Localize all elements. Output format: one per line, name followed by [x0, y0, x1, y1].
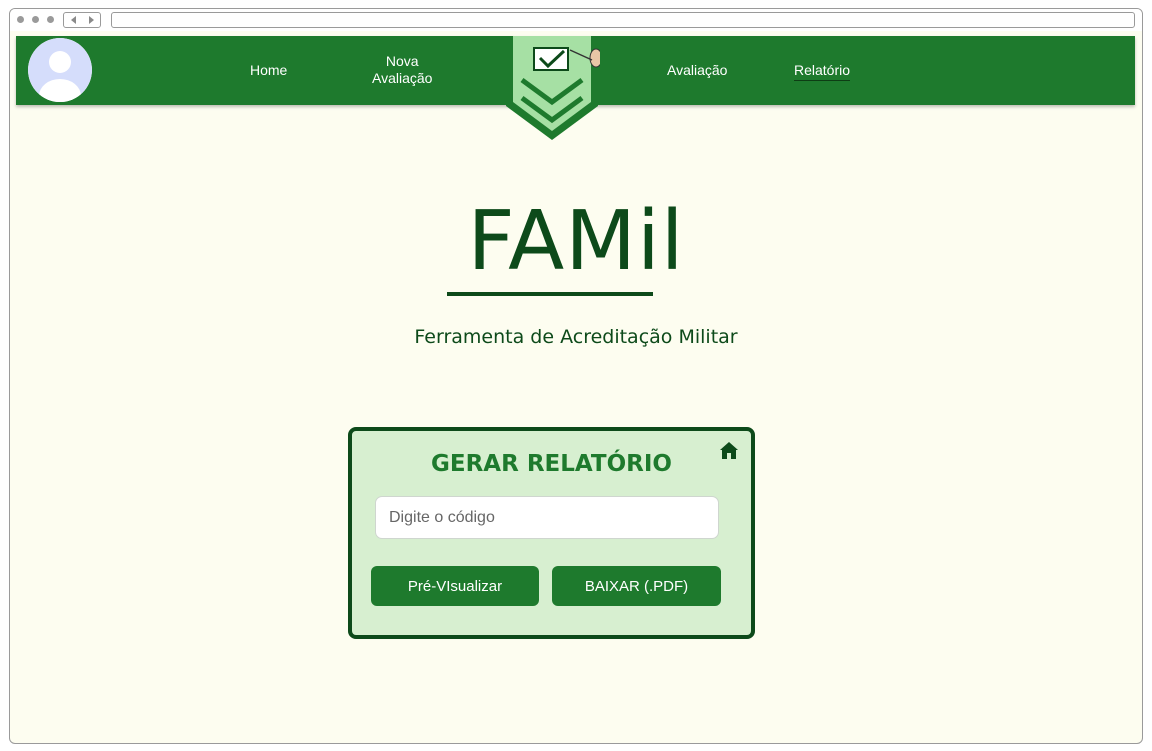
back-icon[interactable]	[70, 16, 76, 24]
browser-window: Home Nova Avaliação Avaliação Relatório …	[9, 8, 1143, 744]
download-pdf-button[interactable]: BAIXAR (.PDF)	[552, 566, 721, 606]
nav-item-relatorio[interactable]: Relatório	[794, 62, 851, 81]
avatar-graphic	[28, 38, 92, 102]
shield-checkmark-logo[interactable]	[504, 36, 600, 142]
window-control-dot[interactable]	[32, 16, 39, 23]
address-bar[interactable]	[111, 12, 1135, 28]
nav-item-label-line1: Nova	[385, 53, 419, 69]
browser-chrome	[10, 9, 1142, 31]
window-control-dot[interactable]	[47, 16, 54, 23]
nav-item-nova-avaliacao[interactable]: Nova Avaliação	[372, 53, 432, 87]
nav-item-avaliacao[interactable]: Avaliação	[667, 62, 727, 79]
home-icon[interactable]	[719, 441, 739, 461]
report-card: GERAR RELATÓRIO Pré-VIsualizar BAIXAR (.…	[348, 427, 755, 639]
window-control-dot[interactable]	[17, 16, 24, 23]
nav-item-label: Home	[250, 62, 288, 78]
report-card-title: GERAR RELATÓRIO	[431, 451, 672, 477]
browser-nav-buttons	[63, 12, 101, 28]
forward-icon[interactable]	[88, 16, 94, 24]
app-title: FAMil	[467, 194, 685, 289]
nav-item-label: Relatório	[794, 62, 851, 78]
preview-button[interactable]: Pré-VIsualizar	[371, 566, 539, 606]
title-underline	[447, 292, 653, 296]
nav-item-home[interactable]: Home	[250, 62, 287, 79]
app-subtitle: Ferramenta de Acreditação Militar	[414, 326, 738, 348]
nav-item-label-line2: Avaliação	[372, 70, 433, 86]
code-input[interactable]	[375, 496, 719, 539]
user-avatar-icon[interactable]	[28, 38, 92, 102]
nav-item-label: Avaliação	[667, 62, 728, 78]
